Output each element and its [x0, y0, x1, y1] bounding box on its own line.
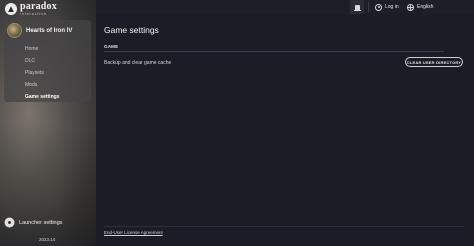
- user-icon: [375, 3, 382, 11]
- sidebar-item-game-settings[interactable]: Game settings: [25, 91, 91, 103]
- launcher-settings-label: Launcher settings: [19, 219, 63, 226]
- footer-divider: [104, 226, 464, 227]
- topbar-divider: [368, 2, 369, 12]
- setting-label: Backup and clear game cache: [104, 60, 172, 66]
- game-header[interactable]: Hearts of Iron IV: [4, 20, 91, 41]
- sidebar-item-mods[interactable]: Mods: [25, 79, 91, 91]
- brand-sub: interactive: [20, 12, 47, 16]
- language-selector[interactable]: English: [407, 0, 433, 14]
- login-button[interactable]: Log in: [375, 0, 399, 14]
- sidebar: paradox interactive Hearts of Iron IV Ho…: [0, 0, 96, 246]
- gear-icon: [6, 219, 13, 226]
- section-divider: [104, 51, 444, 52]
- notifications-button[interactable]: [350, 0, 364, 14]
- version-label: 2023.14: [39, 237, 56, 242]
- sidebar-item-home[interactable]: Home: [25, 43, 91, 55]
- globe-icon: [407, 3, 414, 11]
- launcher-settings-button[interactable]: Launcher settings: [6, 219, 62, 226]
- page-title: Game settings: [104, 25, 159, 35]
- clear-user-directory-button[interactable]: CLEAR USER DIRECTORY: [405, 57, 463, 67]
- paradox-logo[interactable]: paradox interactive: [5, 2, 57, 17]
- brand-name: paradox: [20, 1, 57, 12]
- game-nav: Home DLC Playsets Mods Game settings: [4, 43, 91, 103]
- game-card: Hearts of Iron IV Home DLC Playsets Mods…: [4, 20, 91, 102]
- sidebar-item-dlc[interactable]: DLC: [25, 55, 91, 67]
- paradox-logo-icon: [5, 3, 17, 16]
- game-title: Hearts of Iron IV: [26, 27, 73, 34]
- game-thumbnail-icon: [7, 23, 22, 38]
- login-label: Log in: [385, 4, 399, 10]
- main-content: Game settings GAME Backup and clear game…: [96, 14, 474, 246]
- language-label: English: [417, 4, 434, 10]
- section-heading: GAME: [104, 44, 119, 49]
- bell-icon: [353, 4, 361, 11]
- sidebar-item-playsets[interactable]: Playsets: [25, 67, 91, 79]
- top-bar: Log in English: [96, 0, 474, 14]
- eula-link[interactable]: End-User License Agreement: [104, 230, 163, 235]
